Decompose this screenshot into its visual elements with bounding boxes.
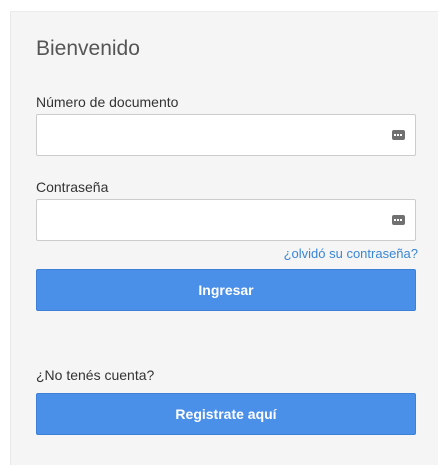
document-field[interactable]: [36, 114, 416, 156]
login-button[interactable]: Ingresar: [36, 269, 416, 311]
page-title: Bienvenido: [36, 37, 140, 60]
password-key-icon[interactable]: [392, 130, 405, 140]
login-panel: Bienvenido Número de documento Contraseñ…: [10, 11, 438, 465]
document-input[interactable]: [47, 116, 381, 156]
password-key-icon[interactable]: [392, 215, 405, 225]
document-label: Número de documento: [36, 94, 179, 110]
no-account-text: ¿No tenés cuenta?: [36, 367, 155, 383]
password-label: Contraseña: [36, 179, 109, 195]
register-button[interactable]: Registrate aquí: [36, 393, 416, 435]
password-input[interactable]: [47, 201, 381, 241]
password-field[interactable]: [36, 199, 416, 241]
forgot-password-link[interactable]: ¿olvidó su contraseña?: [284, 246, 418, 261]
